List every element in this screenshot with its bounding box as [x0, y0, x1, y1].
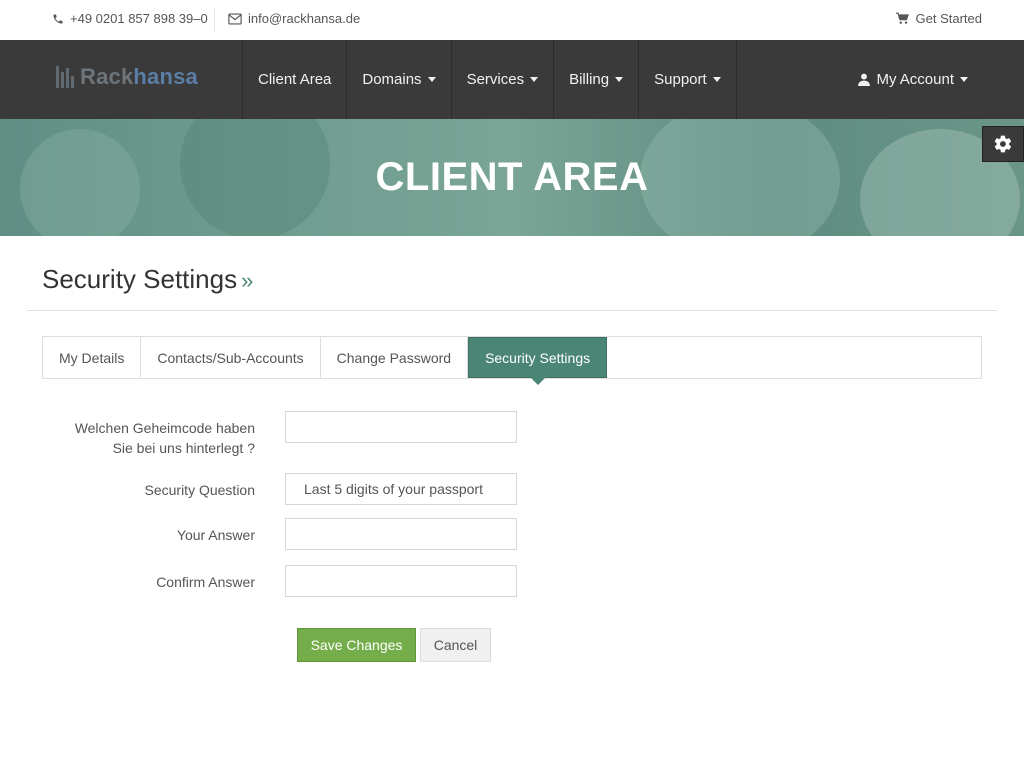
envelope-icon [228, 12, 242, 25]
email-contact[interactable]: info@rackhansa.de [228, 11, 360, 26]
page-banner: CLIENT AREA [0, 119, 1024, 236]
phone-icon [53, 14, 63, 23]
nav-item-services[interactable]: Services [450, 40, 554, 119]
caret-down-icon [427, 77, 436, 82]
tab-contacts-sub-accounts[interactable]: Contacts/Sub-Accounts [141, 337, 321, 378]
confirm-answer-label: Confirm Answer [156, 574, 255, 590]
logo-bars-icon [56, 66, 74, 88]
title-divider [27, 310, 997, 311]
nav-item-domains[interactable]: Domains [346, 40, 450, 119]
nav-item-support[interactable]: Support [638, 40, 737, 119]
nav-item-client-area[interactable]: Client Area [242, 40, 346, 119]
cart-icon [895, 12, 909, 24]
confirm-answer-input[interactable] [285, 565, 517, 597]
user-icon [858, 73, 871, 86]
email-address: info@rackhansa.de [248, 11, 361, 26]
cancel-button[interactable]: Cancel [420, 628, 491, 662]
save-changes-button[interactable]: Save Changes [297, 628, 416, 662]
my-account-label: My Account [876, 71, 954, 88]
security-question-select[interactable] [285, 473, 517, 505]
tab-security-settings[interactable]: Security Settings [468, 337, 608, 385]
security-question-label: Security Question [144, 482, 256, 498]
caret-down-icon [960, 77, 968, 82]
your-answer-input[interactable] [285, 518, 517, 550]
get-started-link[interactable]: Get Started [895, 11, 982, 26]
tab-change-password[interactable]: Change Password [321, 337, 469, 378]
caret-down-icon [530, 77, 539, 82]
my-account-menu[interactable]: My Account [858, 40, 968, 119]
breadcrumb-raquo: » [241, 268, 254, 293]
top-bar: +49 0201 857 898 39–0 info@rackhansa.de … [0, 0, 1024, 40]
logo-text: Rackhansa [80, 64, 198, 89]
topbar-divider [214, 8, 215, 32]
phone-contact[interactable]: +49 0201 857 898 39–0 [52, 11, 208, 26]
nav-item-billing[interactable]: Billing [553, 40, 638, 119]
your-answer-label: Your Answer [176, 527, 255, 543]
caret-down-icon [615, 77, 624, 82]
main-navbar: Rackhansa Client Area Domains Services B… [0, 40, 1024, 119]
banner-title: CLIENT AREA [375, 155, 649, 199]
nav-menu: Client Area Domains Services Billing Sup… [242, 40, 737, 119]
get-started-label: Get Started [915, 11, 982, 26]
secret-code-label: Welchen Geheimcode haben Sie bei uns hin… [74, 420, 255, 456]
secret-code-input[interactable] [285, 411, 517, 443]
page-title: Security Settings» [42, 264, 254, 294]
account-tabs: My Details Contacts/Sub-Accounts Change … [42, 336, 982, 385]
gear-icon [994, 135, 1012, 153]
caret-down-icon [712, 77, 721, 82]
rackhansa-logo[interactable]: Rackhansa [56, 64, 198, 90]
phone-number: +49 0201 857 898 39–0 [70, 11, 208, 26]
tab-my-details[interactable]: My Details [43, 337, 142, 378]
settings-toggle-button[interactable] [982, 126, 1024, 162]
